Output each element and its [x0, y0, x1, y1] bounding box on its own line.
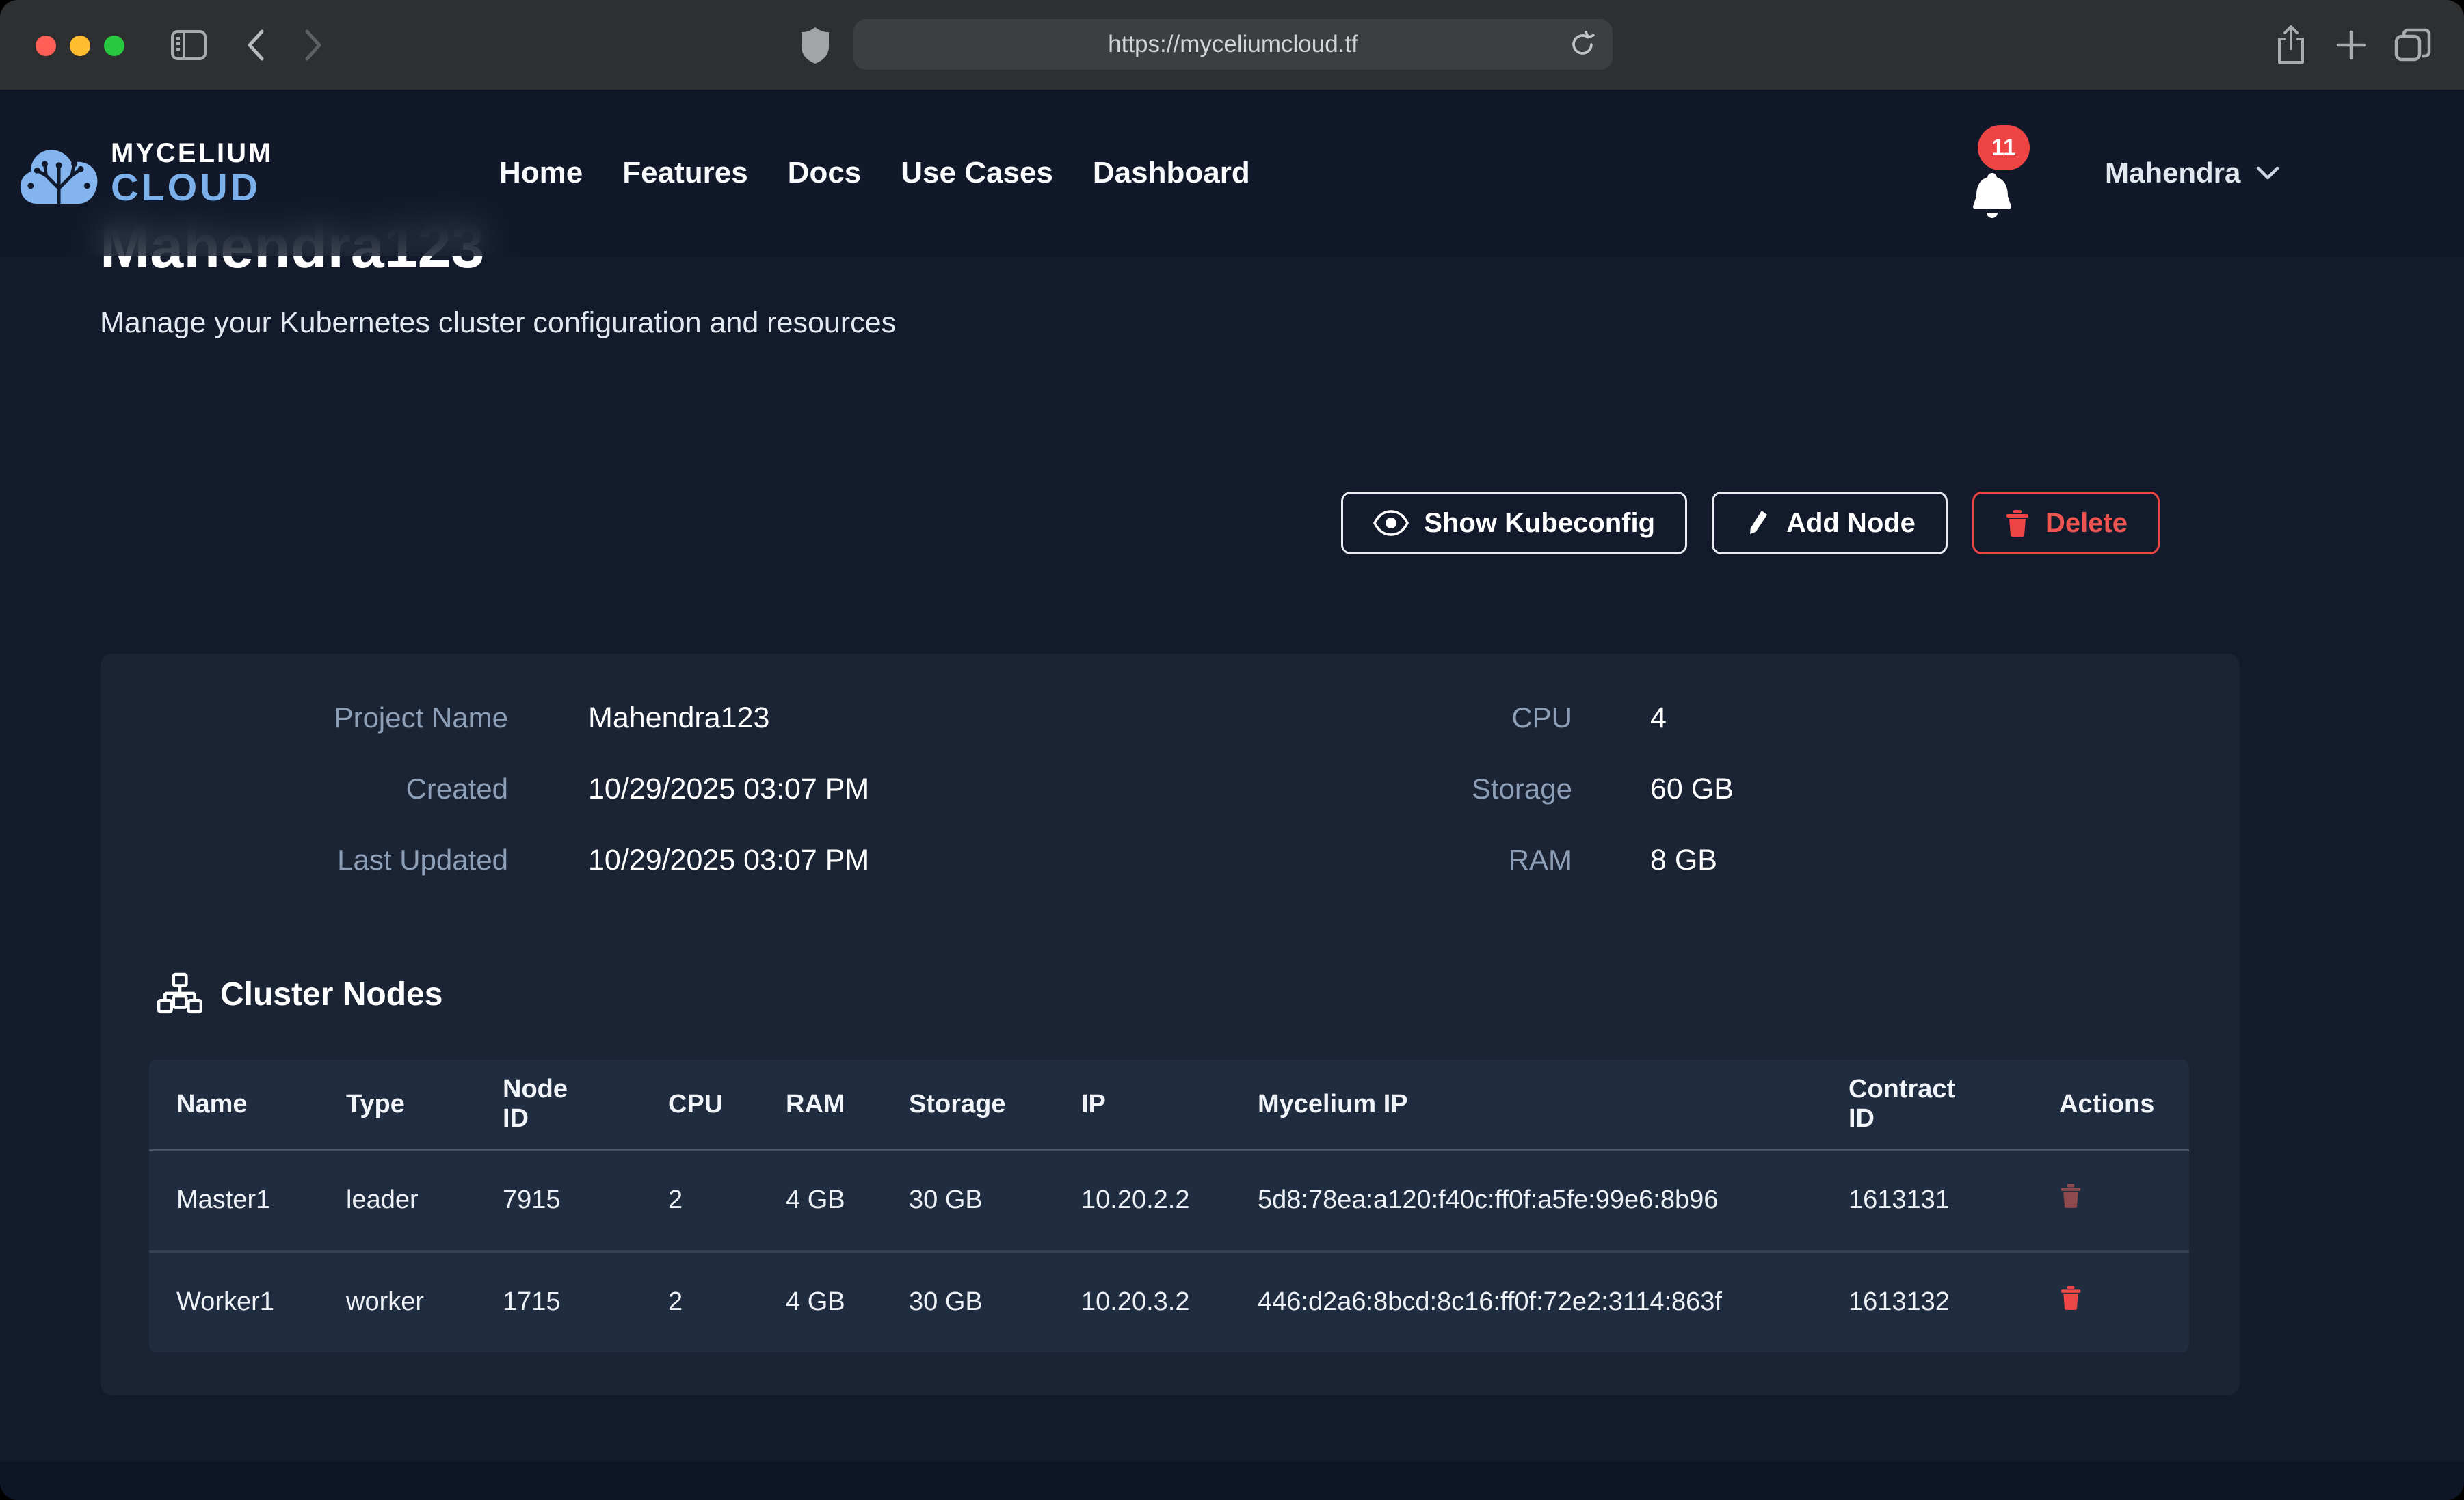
delete-node-button[interactable] [2059, 1181, 2082, 1210]
col-ram: RAM [758, 1060, 882, 1150]
privacy-shield-icon[interactable] [795, 0, 836, 90]
site-header: MYCELIUM CLOUD Home Features Docs Use Ca… [0, 90, 2464, 256]
browser-toolbar: https://myceliumcloud.tf [0, 0, 2464, 90]
cell-actions [2032, 1251, 2189, 1352]
mycelium-cloud-logo[interactable]: MYCELIUM CLOUD [19, 139, 273, 207]
cell-ram: 4 GB [758, 1251, 882, 1352]
col-contract-id: Contract ID [1821, 1060, 2032, 1150]
sidebar-toggle-icon[interactable] [168, 0, 209, 90]
col-type: Type [319, 1060, 475, 1150]
table-header-row: Name Type Node ID CPU RAM Storage IP Myc… [149, 1060, 2189, 1150]
cell-type: leader [319, 1150, 475, 1251]
browser-window: https://myceliumcloud.tf Mahendra123 Man… [0, 0, 2464, 1500]
cell-ip: 10.20.3.2 [1054, 1251, 1230, 1352]
cell-node-id: 1715 [475, 1251, 641, 1352]
cluster-nodes-table: Name Type Node ID CPU RAM Storage IP Myc… [149, 1060, 2189, 1352]
last-updated-value: 10/29/2025 03:07 PM [588, 844, 869, 877]
cell-contract-id: 1613131 [1821, 1150, 2032, 1251]
cell-cpu: 2 [641, 1251, 758, 1352]
cell-actions [2032, 1150, 2189, 1251]
nav-item-use-cases[interactable]: Use Cases [901, 156, 1053, 190]
cpu-value: 4 [1650, 701, 1667, 735]
logo-word-mycelium: MYCELIUM [111, 139, 273, 167]
delete-node-button[interactable] [2059, 1283, 2082, 1312]
refresh-icon[interactable] [1569, 31, 1596, 58]
nav-item-docs[interactable]: Docs [788, 156, 862, 190]
user-menu[interactable]: Mahendra [2105, 90, 2280, 256]
network-topology-icon [157, 972, 202, 1016]
col-ip: IP [1054, 1060, 1230, 1150]
cloud-tree-logo-icon [19, 139, 101, 207]
col-mycelium-ip: Mycelium IP [1230, 1060, 1821, 1150]
share-icon[interactable] [2270, 0, 2311, 90]
minimize-window-button[interactable] [70, 36, 90, 56]
notification-count-badge: 11 [1978, 125, 2030, 170]
logo-word-cloud: CLOUD [111, 168, 273, 206]
eye-icon [1373, 509, 1409, 537]
bell-icon [1970, 170, 2015, 221]
main-nav: Home Features Docs Use Cases Dashboard [499, 90, 1250, 256]
cell-storage: 30 GB [882, 1251, 1054, 1352]
tab-overview-icon[interactable] [2391, 0, 2435, 90]
nav-item-features[interactable]: Features [622, 156, 747, 190]
cluster-nodes-title: Cluster Nodes [220, 976, 442, 1013]
user-name: Mahendra [2105, 157, 2240, 189]
ram-label: RAM [1147, 844, 1572, 876]
chevron-down-icon [2255, 165, 2280, 181]
cell-name: Master1 [149, 1150, 319, 1251]
node-row-worker1: Worker1 worker 1715 2 4 GB 30 GB 10.20.3… [149, 1251, 2189, 1352]
col-name: Name [149, 1060, 319, 1150]
cell-mycelium-ip: 446:d2a6:8bcd:8c16:ff0f:72e2:3114:863f [1230, 1251, 1821, 1352]
cell-ip: 10.20.2.2 [1054, 1150, 1230, 1251]
cluster-nodes-heading: Cluster Nodes [157, 972, 442, 1016]
cluster-actions: Show Kubeconfig Add Node Delete [0, 492, 2160, 554]
cell-contract-id: 1613132 [1821, 1251, 2032, 1352]
address-bar-url: https://myceliumcloud.tf [1108, 31, 1358, 58]
storage-label: Storage [1147, 773, 1572, 805]
cell-type: worker [319, 1251, 475, 1352]
nav-item-home[interactable]: Home [499, 156, 583, 190]
page-subtitle: Manage your Kubernetes cluster configura… [100, 306, 896, 340]
nav-item-dashboard[interactable]: Dashboard [1093, 156, 1250, 190]
show-kubeconfig-label: Show Kubeconfig [1424, 508, 1655, 539]
address-bar[interactable]: https://myceliumcloud.tf [853, 19, 1613, 70]
notifications-button[interactable]: 11 [1964, 125, 2039, 221]
project-name-label: Project Name [101, 701, 508, 734]
trash-icon [2004, 508, 2030, 538]
ram-value: 8 GB [1650, 844, 1717, 877]
close-window-button[interactable] [36, 36, 56, 56]
last-updated-label: Last Updated [101, 844, 508, 876]
col-node-id: Node ID [475, 1060, 641, 1150]
cell-storage: 30 GB [882, 1150, 1054, 1251]
storage-value: 60 GB [1650, 773, 1734, 806]
col-actions: Actions [2032, 1060, 2189, 1150]
col-storage: Storage [882, 1060, 1054, 1150]
col-cpu: CPU [641, 1060, 758, 1150]
add-node-label: Add Node [1786, 508, 1916, 539]
created-value: 10/29/2025 03:07 PM [588, 773, 869, 806]
cell-name: Worker1 [149, 1251, 319, 1352]
pencil-icon [1744, 508, 1771, 538]
cell-mycelium-ip: 5d8:78ea:a120:f40c:ff0f:a5fe:99e6:8b96 [1230, 1150, 1821, 1251]
add-node-button[interactable]: Add Node [1712, 492, 1948, 554]
cpu-label: CPU [1147, 701, 1572, 734]
forward-button[interactable] [297, 0, 331, 90]
new-tab-icon[interactable] [2331, 0, 2372, 90]
created-label: Created [101, 773, 508, 805]
cluster-details-card: Project Name Mahendra123 Created 10/29/2… [101, 654, 2240, 1395]
node-row-master1: Master1 leader 7915 2 4 GB 30 GB 10.20.2… [149, 1150, 2189, 1251]
delete-label: Delete [2045, 508, 2128, 539]
page-footer [0, 1462, 2464, 1500]
show-kubeconfig-button[interactable]: Show Kubeconfig [1341, 492, 1687, 554]
back-button[interactable] [238, 0, 272, 90]
delete-cluster-button[interactable]: Delete [1972, 492, 2160, 554]
cell-cpu: 2 [641, 1150, 758, 1251]
zoom-window-button[interactable] [104, 36, 124, 56]
project-name-value: Mahendra123 [588, 701, 769, 735]
cell-node-id: 7915 [475, 1150, 641, 1251]
cell-ram: 4 GB [758, 1150, 882, 1251]
